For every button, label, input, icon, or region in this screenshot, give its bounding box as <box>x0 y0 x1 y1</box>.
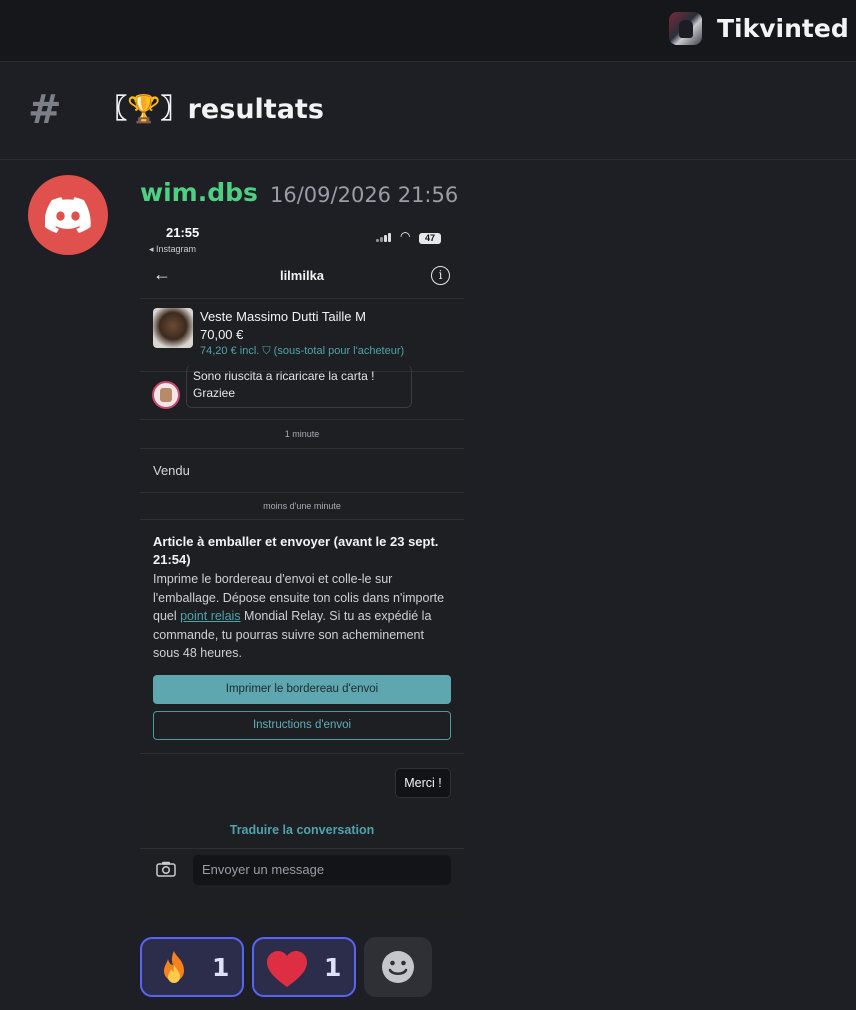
reaction-fire[interactable]: 1 <box>140 937 244 997</box>
divider <box>140 519 464 520</box>
divider <box>140 448 464 449</box>
point-relais-link[interactable]: point relais <box>180 609 240 623</box>
top-bar: Tikvinted <box>0 0 856 62</box>
discord-logo-icon <box>45 197 91 233</box>
channel-name: 〖🏆〗resultats <box>100 94 324 125</box>
message-timestamp: 16/09/2026 21:56 <box>270 183 459 207</box>
incoming-message: Sono riuscita a ricaricare la carta ! Gr… <box>186 365 412 408</box>
add-reaction-button[interactable] <box>364 937 432 997</box>
divider <box>140 848 464 849</box>
message-input[interactable]: Envoyer un message <box>193 855 451 885</box>
article-body: Imprime le bordereau d'envoi et colle-le… <box>153 570 453 663</box>
heart-emoji-icon <box>267 951 307 987</box>
reaction-count: 1 <box>324 953 342 982</box>
hash-icon: # <box>28 87 62 133</box>
server-name[interactable]: Tikvinted <box>717 12 849 45</box>
item-total-incl: 74,20 € incl. ⛉ (sous-total pour l'achet… <box>200 345 405 357</box>
article-title: Article à emballer et envoyer (avant le … <box>153 534 439 567</box>
status-sold: Vendu <box>153 463 190 478</box>
divider <box>140 419 464 420</box>
translate-conversation-link[interactable]: Traduire la conversation <box>140 823 464 837</box>
camera-icon[interactable] <box>156 861 176 877</box>
shipping-instructions-button[interactable]: Instructions d'envoi <box>153 711 451 740</box>
status-back-app: ◂ Instagram <box>149 244 197 254</box>
smiley-icon <box>382 951 414 983</box>
author-avatar[interactable] <box>28 175 108 255</box>
item-title: Veste Massimo Dutti Taille M <box>200 309 366 324</box>
reaction-heart[interactable]: 1 <box>252 937 356 997</box>
time-label-1: 1 minute <box>284 429 320 439</box>
channel-header: # 〖🏆〗resultats <box>0 63 856 160</box>
fire-emoji-icon <box>164 951 184 983</box>
server-avatar[interactable] <box>669 12 702 45</box>
signal-icon <box>376 232 394 242</box>
print-label-button[interactable]: Imprimer le bordereau d'envoi <box>153 675 451 704</box>
battery-icon: 47 <box>419 233 441 244</box>
info-icon: i <box>431 266 450 285</box>
reaction-count: 1 <box>212 953 230 982</box>
item-price: 70,00 € <box>200 327 244 342</box>
conversation-title: lilmilka <box>279 268 325 283</box>
conversation-nav: ← lilmilka i <box>140 260 464 294</box>
divider <box>140 492 464 493</box>
outgoing-message: Merci ! <box>395 768 451 798</box>
attachment-screenshot[interactable]: 21:55 ◂ Instagram ◠ 47 ← lilmilka i Vest… <box>140 220 464 920</box>
divider <box>140 753 464 754</box>
item-card: Veste Massimo Dutti Taille M 70,00 € 74,… <box>140 298 464 372</box>
item-thumbnail <box>153 308 193 348</box>
author-name[interactable]: wim.dbs <box>140 176 258 210</box>
buyer-avatar <box>152 381 180 409</box>
wifi-icon: ◠ <box>400 229 411 243</box>
status-time: 21:55 <box>166 225 200 240</box>
time-label-2: moins d'une minute <box>263 501 341 511</box>
